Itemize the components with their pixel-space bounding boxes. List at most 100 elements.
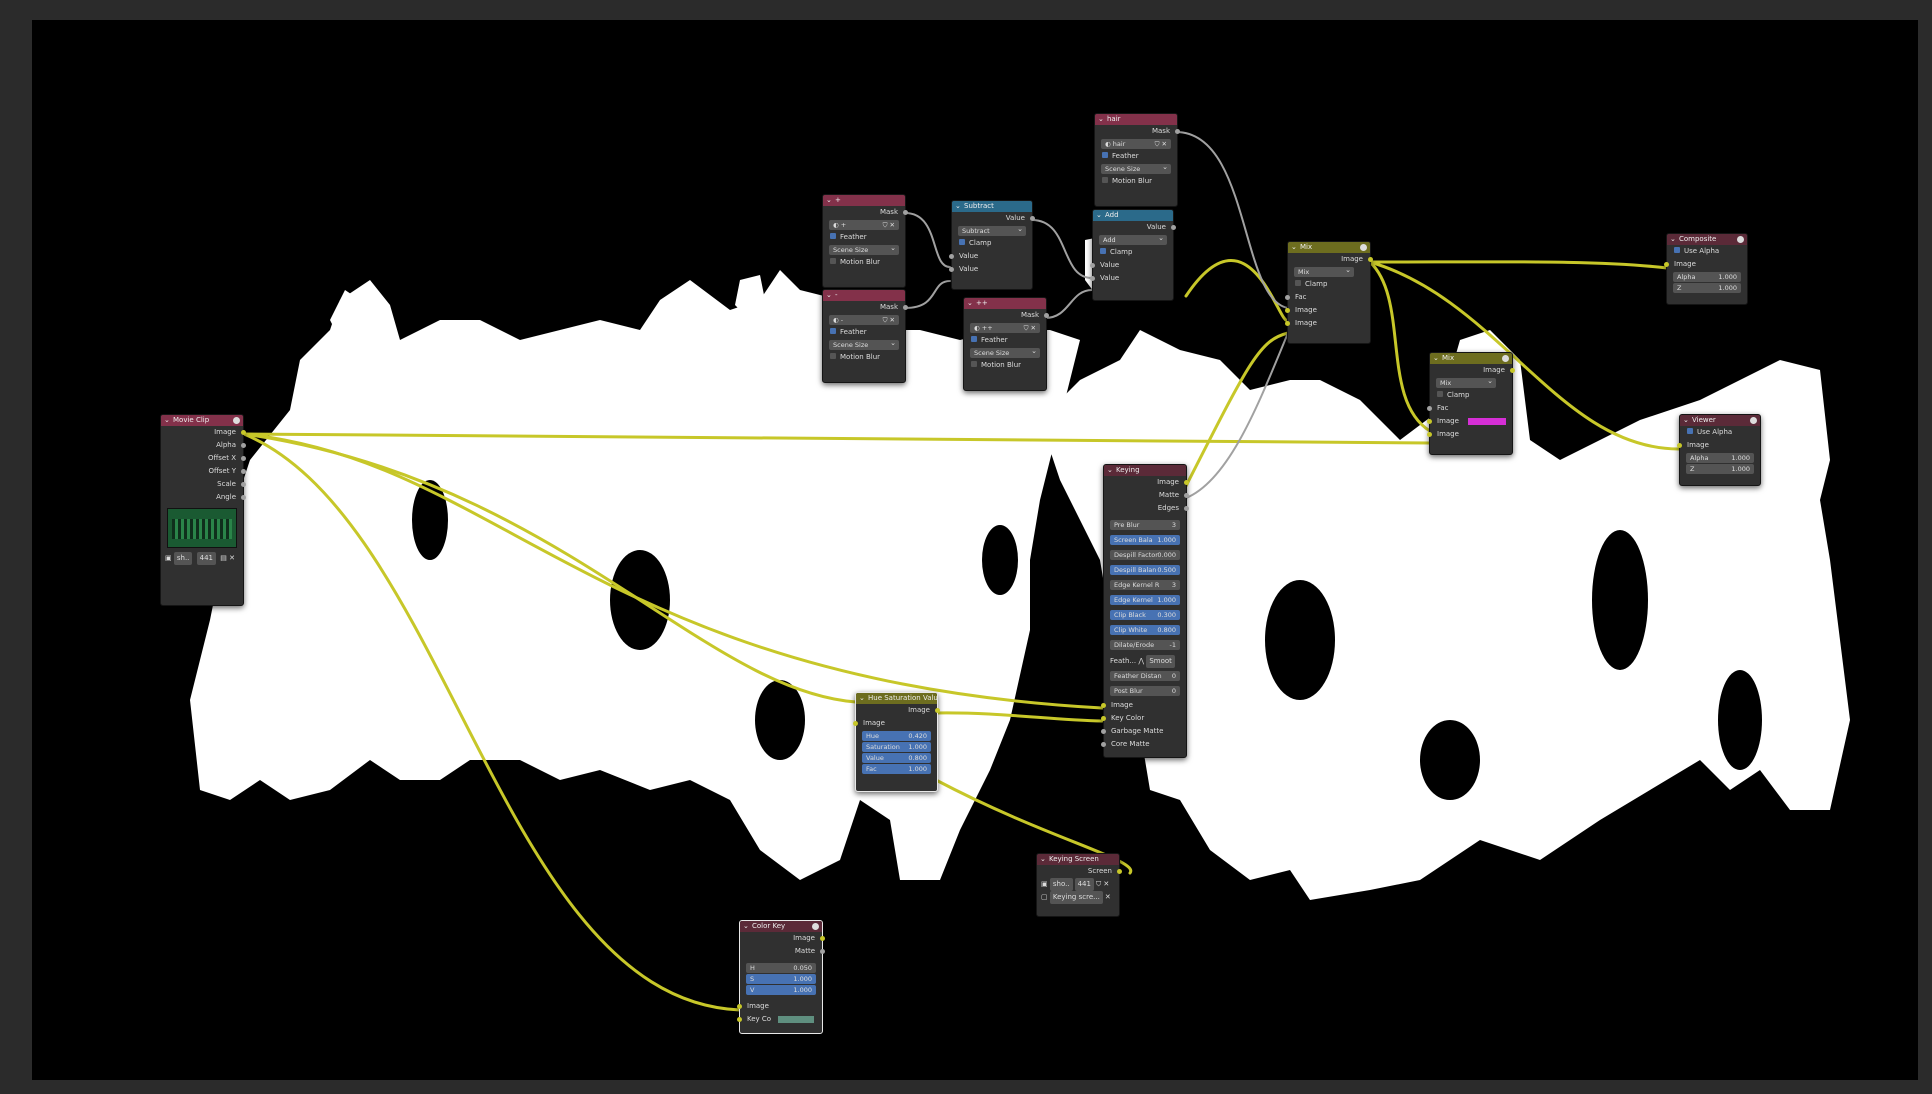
checkbox-icon[interactable] [830,353,836,359]
movie-clip-node[interactable]: ⌄ Movie Clip Image Alpha Offset X Offset… [160,414,246,606]
keying-screen-node[interactable]: ⌄ Keying Screen Screen ▣ sho.. 441 ⛉ ✕ ▢ Ke… [1036,853,1122,917]
clip-name-field[interactable]: sh.. [173,552,193,565]
unlink-icon[interactable]: ✕ [229,554,235,562]
feather-distance-field[interactable]: Feather Distan 0 [1110,671,1180,681]
motion-blur-checkbox[interactable]: Motion Blur [823,256,905,269]
z-field[interactable]: Z 1.000 [1673,283,1741,293]
collapse-chevron-icon[interactable]: ⌄ [164,415,170,426]
mask-hair-node[interactable]: ⌄ hair Mask ◐ hair ⛉ ✕ Feather Scene Size … [1094,113,1180,207]
mask-selector[interactable]: ◐ hair ⛉ ✕ [1101,139,1171,149]
output-socket[interactable] [241,495,246,500]
checkbox-icon[interactable] [830,328,836,334]
clip-selector[interactable]: ▣ sh.. 441 ▤ ✕ [161,552,243,565]
input-socket[interactable] [1427,406,1432,411]
add-header[interactable]: ⌄ Add [1093,210,1173,221]
input-socket[interactable] [737,1017,742,1022]
input-socket[interactable] [1090,276,1095,281]
output-socket[interactable] [1184,480,1189,485]
input-socket[interactable] [1427,419,1432,424]
output-socket[interactable] [903,305,908,310]
input-socket[interactable] [1285,295,1290,300]
hsv-header[interactable]: ⌄ Hue Saturation Value [856,693,937,704]
output-socket[interactable] [1117,869,1122,874]
input-socket[interactable] [1101,742,1106,747]
collapse-chevron-icon[interactable]: ⌄ [859,693,865,704]
mask-plusplus-header[interactable]: ⌄ ++ [964,298,1046,309]
subtract-node[interactable]: ⌄Subtract Value Subtract Clamp Value Val… [949,200,1035,290]
alpha-field[interactable]: Alpha 1.000 [1673,272,1741,282]
unlink-icon[interactable]: ✕ [1105,893,1111,901]
input-socket[interactable] [1101,729,1106,734]
mask-minus-header[interactable]: ⌄ - [823,290,905,301]
input-socket[interactable] [1285,321,1290,326]
input-socket[interactable] [737,1004,742,1009]
mix-top-node[interactable]: ⌄Mix Image Mix Clamp Fac Image Image [1285,241,1373,344]
value-field[interactable]: Value 0.800 [862,753,931,763]
shield-icon[interactable]: ⛉ ✕ [883,220,895,230]
pre-blur-field[interactable]: Pre Blur 3 [1110,520,1180,530]
input-socket[interactable] [1285,308,1290,313]
collapse-chevron-icon[interactable]: ⌄ [1291,242,1297,253]
hue-field[interactable]: Hue 0.420 [862,731,931,741]
checkbox-icon[interactable] [830,233,836,239]
operation-dropdown[interactable]: Subtract [958,226,1026,236]
output-socket[interactable] [1184,506,1189,511]
color-swatch[interactable] [778,1016,814,1023]
collapse-chevron-icon[interactable]: ⌄ [826,195,832,206]
output-socket[interactable] [241,482,246,487]
add-node[interactable]: ⌄Add Value Add Clamp Value Value [1090,209,1176,301]
node-options-icon[interactable] [812,923,819,930]
collapse-chevron-icon[interactable]: ⌄ [1683,415,1689,426]
clamp-checkbox[interactable]: Clamp [1430,389,1512,402]
z-field[interactable]: Z 1.000 [1686,464,1754,474]
tracking-object-selector[interactable]: ▢ Keying scre... ✕ [1037,891,1119,904]
output-socket[interactable] [1030,216,1035,221]
mask-plusplus-node[interactable]: ⌄++ Mask ◐ ++⛉ ✕ Feather Scene Size Moti… [963,297,1049,391]
collapse-chevron-icon[interactable]: ⌄ [955,201,961,212]
node-options-icon[interactable] [1360,244,1367,251]
composite-node[interactable]: ⌄ Composite Use Alpha Image Alpha 1.000 Z 1… [1664,233,1748,305]
output-socket[interactable] [820,949,825,954]
unlink-icon[interactable]: ✕ [1103,880,1109,888]
shield-icon[interactable]: ⛉ [1096,880,1101,888]
clip-selector[interactable]: ▣ sho.. 441 ⛉ ✕ [1037,878,1119,891]
clamp-checkbox[interactable]: Clamp [1288,278,1370,291]
color-swatch[interactable] [1468,418,1506,425]
keying-screen-header[interactable]: ⌄ Keying Screen [1037,854,1119,865]
collapse-chevron-icon[interactable]: ⌄ [743,921,749,932]
output-socket[interactable] [1510,368,1515,373]
mask-selector[interactable]: ◐ + ⛉ ✕ [829,220,899,230]
output-socket[interactable] [935,708,940,713]
input-socket[interactable] [1664,262,1669,267]
use-alpha-checkbox[interactable]: Use Alpha [1667,245,1747,258]
edge-kernel-tolerance-field[interactable]: Edge Kernel 1.000 [1110,595,1180,605]
output-socket[interactable] [820,936,825,941]
checkbox-icon[interactable] [1102,177,1108,183]
clip-black-field[interactable]: Clip Black 0.300 [1110,610,1180,620]
collapse-chevron-icon[interactable]: ⌄ [1433,353,1439,364]
checkbox-icon[interactable] [971,336,977,342]
checkbox-icon[interactable] [1100,248,1106,254]
subtract-header[interactable]: ⌄ Subtract [952,201,1032,212]
collapse-chevron-icon[interactable]: ⌄ [1098,114,1104,125]
input-socket[interactable] [1101,716,1106,721]
collapse-chevron-icon[interactable]: ⌄ [826,290,832,301]
feather-checkbox[interactable]: Feather [964,334,1046,347]
feather-checkbox[interactable]: Feather [823,231,905,244]
h-field[interactable]: H 0.050 [746,963,816,973]
input-socket[interactable] [1677,443,1682,448]
node-options-icon[interactable] [1750,417,1757,424]
despill-factor-field[interactable]: Despill Factor 0.000 [1110,550,1180,560]
viewer-header[interactable]: ⌄ Viewer [1680,415,1760,426]
composite-header[interactable]: ⌄ Composite [1667,234,1747,245]
post-blur-field[interactable]: Post Blur 0 [1110,686,1180,696]
node-options-icon[interactable] [1737,236,1744,243]
alpha-field[interactable]: Alpha 1.000 [1686,453,1754,463]
despill-balance-field[interactable]: Despill Balan 0.500 [1110,565,1180,575]
keying-header[interactable]: ⌄ Keying [1104,465,1186,476]
size-dropdown[interactable]: Scene Size [1101,164,1171,174]
node-options-icon[interactable] [1502,355,1509,362]
motion-blur-checkbox[interactable]: Motion Blur [1095,175,1177,188]
collapse-chevron-icon[interactable]: ⌄ [1670,234,1676,245]
output-socket[interactable] [241,469,246,474]
